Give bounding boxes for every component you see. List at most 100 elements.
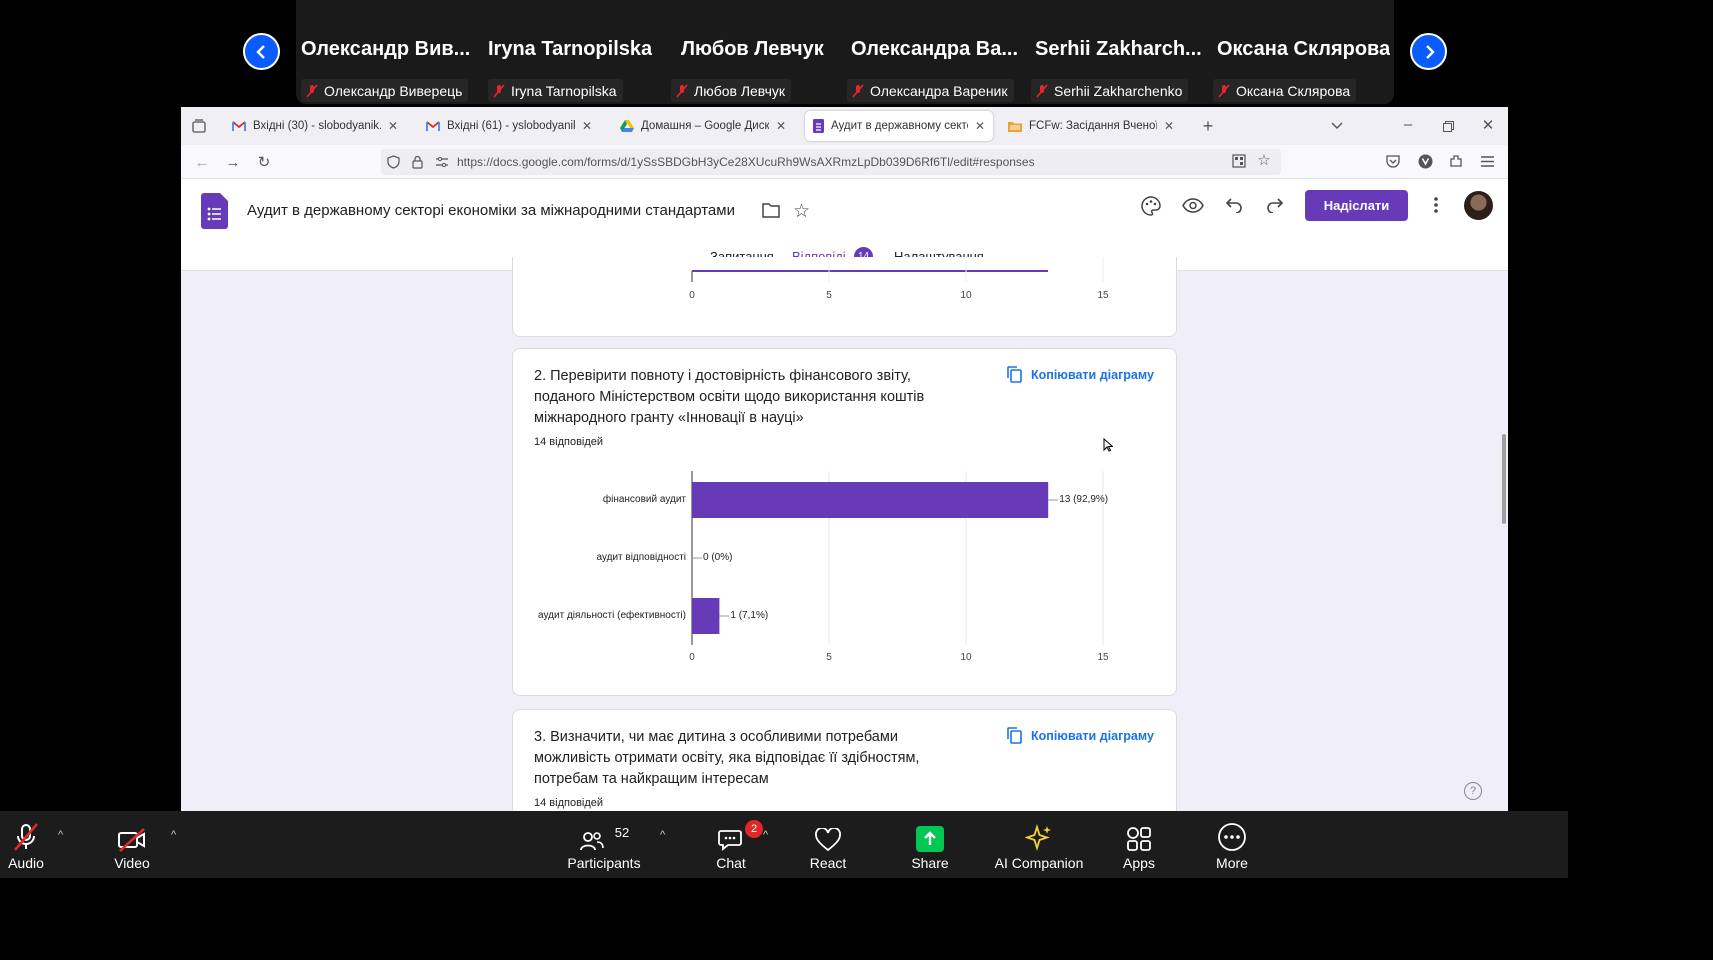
video-options-caret-icon[interactable]: ^ <box>171 829 176 841</box>
tab-title: Вхідні (30) - slobodyanik.julia@ <box>253 120 381 132</box>
participant-tag: Олександра Вареник <box>847 79 1014 102</box>
redo-icon[interactable] <box>1267 197 1284 218</box>
forms-logo-icon[interactable] <box>201 193 228 234</box>
tab-title: Аудит в державному секторі е <box>831 120 968 132</box>
folder-move-icon[interactable] <box>762 203 780 223</box>
participant-tile[interactable]: Олександра Ва... Олександра Вареник <box>847 0 1026 104</box>
video-button[interactable]: Video <box>110 811 154 878</box>
help-icon[interactable]: ? <box>1464 782 1482 800</box>
chat-button[interactable]: 2 Chat <box>708 811 763 878</box>
bookmark-star-icon[interactable]: ☆ <box>1255 151 1273 169</box>
participant-tag: Любов Левчук <box>671 79 792 102</box>
response-count: 14 відповідей <box>534 797 604 809</box>
category-label: аудит відповідності <box>596 552 687 563</box>
close-window-icon[interactable]: ✕ <box>1479 116 1497 134</box>
mic-muted-icon <box>493 83 505 98</box>
tab-list-icon[interactable] <box>190 117 208 135</box>
minimize-icon[interactable]: – <box>1399 115 1417 133</box>
participants-icon <box>579 832 604 851</box>
participant-name: Iryna Tarnopilska <box>488 38 653 60</box>
participant-name: Олександр Вив... <box>301 38 471 60</box>
star-icon[interactable]: ☆ <box>793 200 810 223</box>
more-button[interactable]: More <box>1210 811 1254 878</box>
close-tab-icon[interactable]: ✕ <box>776 119 786 133</box>
participants-caret-icon[interactable]: ^ <box>660 829 665 841</box>
heart-icon <box>815 828 841 852</box>
mouse-cursor-icon <box>1103 437 1114 457</box>
copy-chart-button[interactable]: Копіювати діаграму <box>1007 727 1154 744</box>
participant-tile[interactable]: Оксана Склярова Оксана Склярова <box>1213 0 1392 104</box>
share-button[interactable]: Share <box>907 811 953 878</box>
restore-icon[interactable] <box>1439 117 1457 135</box>
copy-icon <box>1007 727 1022 744</box>
participant-tile[interactable]: Iryna Tarnopilska Iryna Tarnopilska <box>488 0 663 104</box>
more-label: More <box>1216 855 1248 871</box>
response-card-previous: 0 5 10 15 <box>512 257 1177 337</box>
permissions-icon <box>436 157 448 167</box>
data-label: 0 (0%) <box>703 552 733 563</box>
more-dots-icon <box>1218 823 1246 851</box>
extensions-icon[interactable] <box>1447 152 1465 170</box>
preview-eye-icon[interactable] <box>1182 198 1204 218</box>
tab-title: Вхідні (61) - yslobodyanik@gm <box>447 120 575 132</box>
participants-count: 52 <box>614 825 630 840</box>
audio-button[interactable]: Audio <box>4 811 48 878</box>
chat-icon <box>718 830 742 851</box>
close-tab-icon[interactable]: ✕ <box>388 119 398 133</box>
close-tab-icon[interactable]: ✕ <box>582 119 592 133</box>
vpn-extension-icon[interactable] <box>1416 152 1434 170</box>
chart-bar[interactable] <box>692 598 720 634</box>
participant-tile[interactable]: Олександр Вив... Олександр Виверець <box>301 0 481 104</box>
tab-overflow-chevron-icon[interactable] <box>1328 117 1346 135</box>
pocket-icon[interactable] <box>1384 152 1402 170</box>
form-title[interactable]: Аудит в державному секторі економіки за … <box>247 202 759 219</box>
share-label: Share <box>911 855 949 871</box>
drive-icon <box>620 120 634 132</box>
scrollbar-thumb[interactable] <box>1502 434 1506 524</box>
reload-icon[interactable]: ↻ <box>255 153 273 171</box>
participant-tag-name: Оксана Склярова <box>1236 82 1351 99</box>
qr-code-icon[interactable] <box>1230 152 1248 170</box>
undo-icon[interactable] <box>1225 197 1242 218</box>
url-text: https://docs.google.com/forms/d/1ySsSBDG… <box>457 155 1035 169</box>
close-tab-icon[interactable]: ✕ <box>1164 119 1174 133</box>
menu-icon[interactable] <box>1478 152 1496 170</box>
audio-label: Audio <box>8 855 44 871</box>
axis-tick-label: 0 <box>689 652 695 663</box>
chat-caret-icon[interactable]: ^ <box>763 829 768 841</box>
new-tab-icon[interactable]: + <box>1199 116 1217 136</box>
close-tab-icon[interactable]: ✕ <box>975 119 985 133</box>
more-vert-icon[interactable] <box>1434 197 1438 218</box>
chart-bar[interactable] <box>692 482 1049 518</box>
browser-tab[interactable]: Вхідні (30) - slobodyanik.julia@ ✕ <box>224 111 406 141</box>
prev-page-button[interactable] <box>243 33 280 70</box>
participant-tile[interactable]: Любов Левчук Любов Левчук <box>671 0 841 104</box>
sparkle-icon <box>1025 824 1051 852</box>
mic-muted-icon <box>852 83 864 98</box>
next-page-button[interactable] <box>1410 33 1447 70</box>
tab-title: FCFw: Засідання Вченої ради с <box>1029 120 1157 132</box>
palette-icon[interactable] <box>1141 196 1161 221</box>
browser-tab-active[interactable]: Аудит в державному секторі е ✕ <box>805 111 993 141</box>
folder-icon <box>1008 122 1022 132</box>
url-bar[interactable]: https://docs.google.com/forms/d/1ySsSBDG… <box>381 149 1281 175</box>
forward-icon[interactable]: → <box>224 153 242 171</box>
participants-button[interactable]: 52 Participants <box>563 811 645 878</box>
ai-companion-button[interactable]: AI Companion <box>993 811 1085 878</box>
send-button[interactable]: Надіслати <box>1305 190 1408 221</box>
avatar[interactable] <box>1464 191 1493 220</box>
chat-badge: 2 <box>745 820 763 838</box>
participant-tag: Оксана Склярова <box>1213 79 1357 102</box>
audio-options-caret-icon[interactable]: ^ <box>58 829 63 841</box>
browser-tab[interactable]: Вхідні (61) - yslobodyanik@gm ✕ <box>418 111 600 141</box>
axis-tick-label: 15 <box>1097 652 1109 663</box>
browser-window: Вхідні (30) - slobodyanik.julia@ ✕ Вхідн… <box>181 107 1508 811</box>
browser-tab[interactable]: Домашня – Google Диск ✕ <box>612 111 794 141</box>
video-label: Video <box>114 855 150 871</box>
participant-tile[interactable]: Serhii Zakharch... Serhii Zakharchenko <box>1031 0 1210 104</box>
browser-tab[interactable]: FCFw: Засідання Вченої ради с ✕ <box>1000 111 1182 141</box>
back-icon[interactable]: ← <box>193 153 211 171</box>
apps-button[interactable]: Apps <box>1117 811 1161 878</box>
react-button[interactable]: React <box>806 811 850 878</box>
response-card-question-2: 2. Перевірити повноту і достовірність фі… <box>512 348 1177 696</box>
